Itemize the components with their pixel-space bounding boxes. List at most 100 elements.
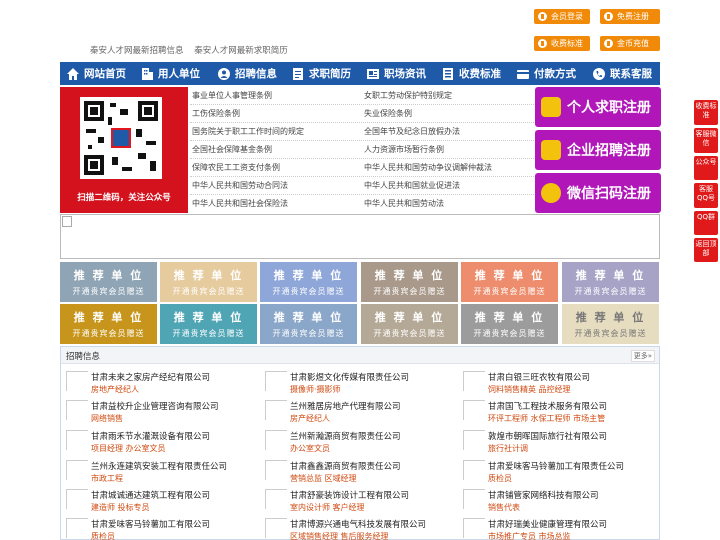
nav-pricing[interactable]: 收费标准 — [435, 62, 510, 85]
latest-resumes-link[interactable]: 秦安人才网最新求职简历 — [194, 46, 288, 56]
job-listing[interactable]: 甘肃影煜文化传媒有限责任公司 摄像师·摄影师 — [265, 369, 455, 397]
nav-news[interactable]: 职场资讯 — [360, 62, 435, 85]
job-listing[interactable]: 兰州雅居房地产代理有限公司 房产经纪人 — [265, 398, 455, 426]
job-listing[interactable]: 甘肃未来之家房产经纪有限公司 房地产经纪人 — [66, 369, 256, 397]
more-link[interactable]: 更多» — [630, 350, 655, 362]
law-link[interactable]: 女职工劳动保护特别规定 — [364, 90, 452, 101]
service-icon — [593, 67, 605, 80]
wechat-register-button[interactable]: 微信扫码注册 — [535, 173, 661, 213]
side-tab-back-to-top[interactable]: 返回顶部 — [694, 238, 718, 262]
company-logo — [265, 518, 287, 538]
company-logo — [66, 460, 88, 480]
nav-payment[interactable]: 付款方式 — [510, 62, 586, 85]
ad-slot[interactable]: 推 荐 单 位开通贵宾会员赠送 — [60, 304, 157, 344]
company-logo — [66, 371, 88, 391]
ad-slot[interactable]: 推 荐 单 位开通贵宾会员赠送 — [461, 262, 558, 302]
law-link[interactable]: 国务院关于职工工作时间的规定 — [192, 126, 304, 137]
company-logo — [66, 400, 88, 420]
company-logo — [463, 460, 485, 480]
recharge-button[interactable]: 金币充值 — [600, 36, 660, 51]
user-icon — [538, 12, 547, 21]
law-link[interactable]: 全国年节及纪念日放假办法 — [364, 126, 460, 137]
job-listing[interactable]: 甘肃爱味客马铃薯加工有限责任公司 质检员 — [463, 458, 653, 486]
job-listing[interactable]: 敦煌市朝晖国际旅行社有限公司 旅行社计调 — [463, 428, 653, 456]
job-listing[interactable]: 甘肃益校升企业管理咨询有限公司 网络销售 — [66, 398, 256, 426]
law-links-list: 事业单位人事管理条例 女职工劳动保护特别规定 工伤保险条例 失业保险条例 国务院… — [190, 87, 534, 213]
side-tab-qq-group[interactable]: QQ群 — [694, 211, 718, 235]
top-links: 秦安人才网最新招聘信息 秦安人才网最新求职简历 — [90, 44, 296, 56]
company-logo — [463, 371, 485, 391]
job-listing[interactable]: 甘肃铺管家网络科技有限公司 销售代表 — [463, 487, 653, 515]
nav-home[interactable]: 网站首页 — [60, 62, 134, 85]
side-tab-pricing[interactable]: 收费标准 — [694, 100, 718, 125]
latest-jobs-link[interactable]: 秦安人才网最新招聘信息 — [90, 46, 184, 56]
law-link[interactable]: 中华人民共和国劳动争议调解仲裁法 — [364, 162, 492, 173]
register-button[interactable]: 免费注册 — [600, 9, 660, 24]
company-logo — [66, 430, 88, 450]
wechat-icon — [541, 183, 561, 203]
login-button[interactable]: 会员登录 — [534, 9, 590, 24]
nav-employers[interactable]: 用人单位 — [134, 62, 211, 85]
job-listing[interactable]: 甘肃博源兴通电气科技发展有限公司 区域销售经理 售后服务经理 — [265, 516, 455, 540]
side-tab-qq-service[interactable]: 客服QQ号 — [694, 183, 718, 208]
job-listing[interactable]: 甘肃国飞工程技术服务有限公司 环评工程师 水保工程师 市场主管 — [463, 398, 653, 426]
payment-icon — [517, 69, 529, 79]
ad-slot[interactable]: 推 荐 单 位开通贵宾会员赠送 — [361, 262, 458, 302]
building-icon — [142, 67, 153, 80]
nav-contact[interactable]: 联系客服 — [586, 62, 660, 85]
company-logo — [463, 430, 485, 450]
side-tab-official-account[interactable]: 公众号 — [694, 156, 718, 180]
company-logo — [265, 371, 287, 391]
law-link[interactable]: 保障农民工工资支付条例 — [192, 162, 280, 173]
ad-slot[interactable]: 推 荐 单 位开通贵宾会员赠送 — [562, 262, 659, 302]
law-link[interactable]: 中华人民共和国就业促进法 — [364, 180, 460, 191]
job-listing[interactable]: 兰州永连建筑安装工程有限责任公司 市政工程 — [66, 458, 256, 486]
nav-jobs[interactable]: 招聘信息 — [211, 62, 285, 85]
ad-slot[interactable]: 推 荐 单 位开通贵宾会员赠送 — [461, 304, 558, 344]
job-listing[interactable]: 兰州新瀚源商贸有限责任公司 办公室文员 — [265, 428, 455, 456]
law-link[interactable]: 工伤保险条例 — [192, 108, 240, 119]
side-tab-wechat-service[interactable]: 客服微信 — [694, 128, 718, 153]
employer-register-button[interactable]: 企业招聘注册 — [535, 130, 661, 170]
law-link[interactable]: 人力资源市场暂行条例 — [364, 144, 444, 155]
main-nav: 网站首页 用人单位 招聘信息 求职简历 职场资讯 收费标准 付款方式 联系客服 — [60, 62, 660, 85]
company-logo — [463, 489, 485, 509]
ad-slot[interactable]: 推 荐 单 位开通贵宾会员赠送 — [60, 262, 157, 302]
job-listing[interactable]: 甘肃雨禾节水灌溉设备有限公司 项目经理 办公室文员 — [66, 428, 256, 456]
nav-resumes[interactable]: 求职简历 — [285, 62, 360, 85]
company-logo — [463, 518, 485, 538]
law-link[interactable]: 失业保险条例 — [364, 108, 412, 119]
jobseeker-register-button[interactable]: 个人求职注册 — [535, 87, 661, 127]
price-button[interactable]: 收费标准 — [534, 36, 590, 51]
ad-slot[interactable]: 推 荐 单 位开通贵宾会员赠送 — [361, 304, 458, 344]
ad-slot[interactable]: 推 荐 单 位开通贵宾会员赠送 — [260, 262, 357, 302]
ad-slot[interactable]: 推 荐 单 位开通贵宾会员赠送 — [260, 304, 357, 344]
law-link[interactable]: 中华人民共和国劳动合同法 — [192, 180, 288, 191]
law-link[interactable]: 全国社会保障基金条例 — [192, 144, 272, 155]
company-logo — [265, 400, 287, 420]
home-icon — [67, 67, 79, 80]
company-logo — [265, 489, 287, 509]
job-listing[interactable]: 甘肃爱味客马铃薯加工有限公司 质检员 — [66, 516, 256, 540]
register-icon — [604, 12, 613, 21]
job-listing[interactable]: 甘肃舒豪装饰设计工程有限公司 室内设计师 客户经理 — [265, 487, 455, 515]
job-listing[interactable]: 甘肃城诚通达建筑工程有限公司 建造师 投标专员 — [66, 487, 256, 515]
company-logo — [265, 460, 287, 480]
job-listing[interactable]: 甘肃鑫鑫源商贸有限责任公司 营销总监 区域经理 — [265, 458, 455, 486]
banner-image[interactable] — [60, 214, 660, 259]
jobs-header: 招聘信息 更多» — [61, 347, 659, 364]
price-icon — [443, 67, 453, 80]
job-listing[interactable]: 甘肃好瑞美业健康管理有限公司 市场推广专员 市场总监 — [463, 516, 653, 540]
qr-caption: 扫描二维码，关注公众号 — [77, 193, 171, 203]
wechat-qr-panel: 扫描二维码，关注公众号 — [60, 87, 188, 213]
person-icon — [541, 97, 561, 117]
jobs-title: 招聘信息 — [66, 352, 101, 362]
law-link[interactable]: 中华人民共和国劳动法 — [364, 198, 444, 209]
job-listing[interactable]: 甘肃白银三旺农牧有限公司 饲料销售精英 品控经理 — [463, 369, 653, 397]
ad-slot[interactable]: 推 荐 单 位开通贵宾会员赠送 — [160, 262, 257, 302]
ad-slot[interactable]: 推 荐 单 位开通贵宾会员赠送 — [562, 304, 659, 344]
ad-slot[interactable]: 推 荐 单 位开通贵宾会员赠送 — [160, 304, 257, 344]
company-logo — [463, 400, 485, 420]
law-link[interactable]: 事业单位人事管理条例 — [192, 90, 272, 101]
law-link[interactable]: 中华人民共和国社会保险法 — [192, 198, 288, 209]
